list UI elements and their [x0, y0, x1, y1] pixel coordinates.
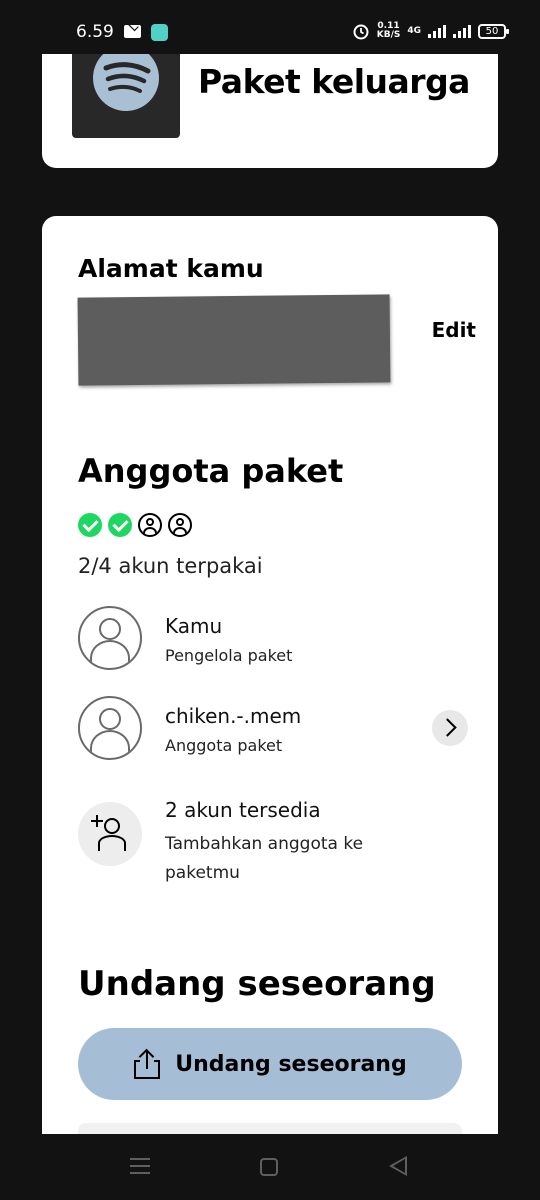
member-name: chiken.-.mem	[165, 704, 302, 728]
network-speed: 0.11 KB/S	[377, 22, 401, 40]
empty-slot-user-icon	[168, 513, 192, 537]
member-role: Anggota paket	[165, 736, 283, 755]
available-accounts-title: 2 akun tersedia	[165, 798, 321, 822]
battery-level: 50	[485, 25, 499, 37]
share-icon	[133, 1048, 161, 1079]
system-nav-bar	[0, 1134, 540, 1200]
empty-slot-user-icon	[138, 513, 162, 537]
chevron-right-icon[interactable]	[432, 710, 468, 746]
add-member-row[interactable]: 2 akun tersedia Tambahkan anggota ke pak…	[78, 798, 468, 883]
spotify-logo-icon	[93, 54, 159, 111]
accounts-used-text: 2/4 akun terpakai	[78, 554, 263, 578]
redacted-address	[77, 294, 391, 386]
invite-button[interactable]: Undang seseorang	[78, 1028, 462, 1100]
status-time: 6.59	[76, 22, 114, 42]
battery-icon: 50	[478, 23, 509, 39]
user-avatar-icon	[78, 606, 142, 670]
chat-app-icon	[151, 24, 168, 41]
plan-artwork	[72, 54, 180, 138]
signal-icon-2	[453, 24, 471, 38]
member-role: Pengelola paket	[165, 646, 293, 665]
status-bar: 6.59 0.11 KB/S 4G 50	[0, 0, 540, 54]
next-list-item	[78, 1123, 462, 1134]
member-slots	[78, 513, 192, 537]
network-type: 4G	[407, 26, 421, 36]
home-icon[interactable]	[260, 1158, 278, 1176]
address-heading: Alamat kamu	[78, 254, 264, 283]
recent-apps-icon[interactable]	[130, 1158, 150, 1174]
add-user-icon	[78, 802, 142, 866]
network-speed-unit: KB/S	[376, 30, 401, 40]
available-accounts-desc: Tambahkan anggota ke paketmu	[165, 834, 364, 883]
plan-title: Paket keluarga	[198, 62, 470, 101]
mail-icon	[124, 25, 141, 38]
invite-heading: Undang seseorang	[78, 964, 436, 1004]
signal-icon	[428, 24, 446, 38]
member-row-owner: Kamu Pengelola paket	[78, 606, 468, 676]
back-icon[interactable]	[389, 1156, 407, 1176]
edit-address-button[interactable]: Edit	[432, 318, 476, 342]
check-circle-icon	[108, 513, 132, 537]
plan-header-card: Paket keluarga	[42, 54, 498, 168]
user-avatar-icon	[78, 696, 142, 760]
status-right-group: 0.11 KB/S 4G 50	[352, 22, 509, 40]
members-heading: Anggota paket	[78, 452, 344, 490]
member-row-chiken[interactable]: chiken.-.mem Anggota paket	[78, 696, 468, 766]
alarm-icon	[353, 24, 369, 40]
check-circle-icon	[78, 513, 102, 537]
member-name: Kamu	[165, 614, 223, 638]
invite-button-label: Undang seseorang	[175, 1051, 407, 1077]
plan-details-card: Alamat kamu Edit Anggota paket 2/4 akun …	[42, 216, 498, 1134]
